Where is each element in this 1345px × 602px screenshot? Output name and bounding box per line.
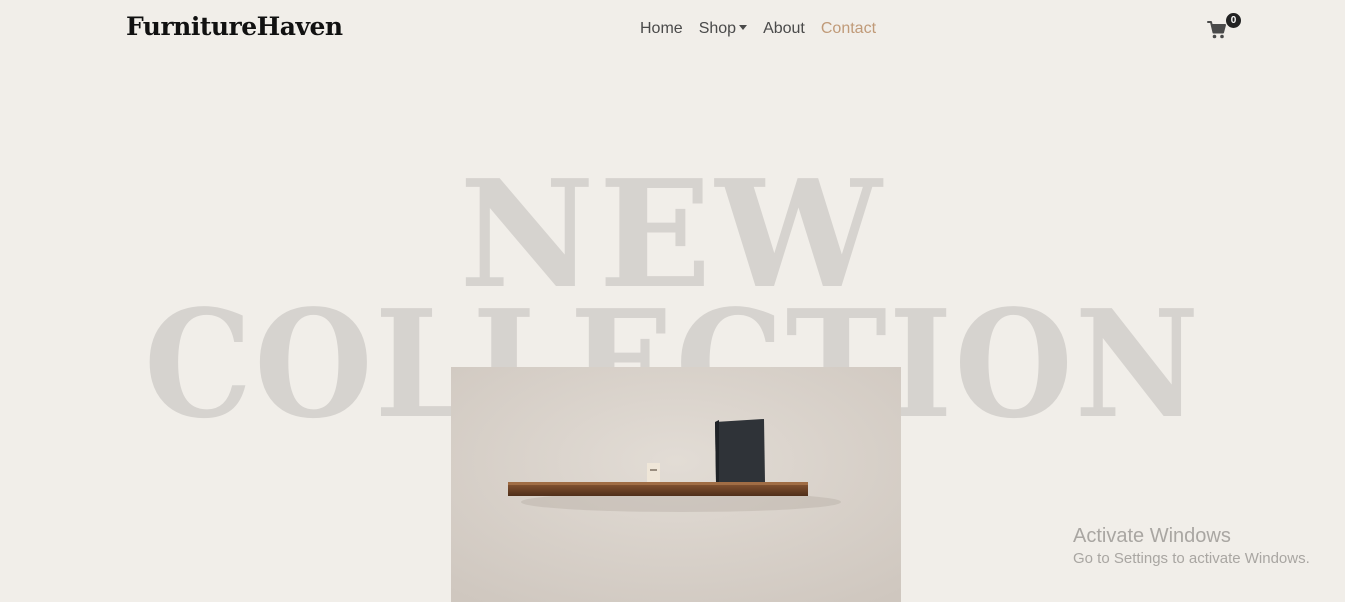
watermark-subtitle: Go to Settings to activate Windows. <box>1073 550 1310 567</box>
brand-logo[interactable]: FurnitureHaven <box>126 12 343 41</box>
nav-home[interactable]: Home <box>640 20 683 38</box>
page: FurnitureHaven Home Shop About Contact 0… <box>0 0 1345 602</box>
wall-shelf-photo <box>451 367 901 602</box>
windows-activation-watermark: Activate Windows Go to Settings to activ… <box>1073 525 1310 571</box>
shopping-cart-icon <box>1207 21 1226 39</box>
watermark-title: Activate Windows <box>1073 525 1231 547</box>
nav-about[interactable]: About <box>763 20 805 38</box>
nav-shop-dropdown[interactable]: Shop <box>698 20 748 38</box>
nav-contact[interactable]: Contact <box>821 20 876 38</box>
hero-image <box>451 367 901 602</box>
cart-button[interactable]: 0 <box>1207 13 1241 42</box>
cart-count-badge: 0 <box>1226 13 1241 28</box>
caret-down-icon <box>739 25 748 30</box>
nav-shop-label: Shop <box>698 20 737 37</box>
main-nav: Home Shop About Contact <box>640 20 876 38</box>
